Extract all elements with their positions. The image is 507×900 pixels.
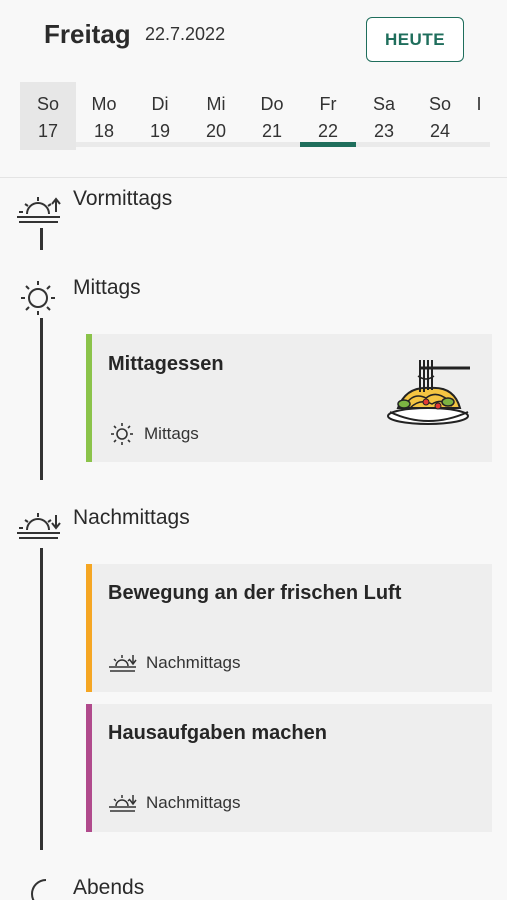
day-name: Di <box>151 94 169 114</box>
timeline-connector <box>40 548 43 850</box>
day-item-sun-17[interactable]: So 17 <box>20 82 76 150</box>
day-indicator <box>132 142 188 147</box>
day-name: Mi <box>206 94 226 114</box>
card-color-bar <box>86 704 92 832</box>
day-indicator <box>356 142 412 147</box>
day-name: Mo <box>91 94 117 114</box>
section-title-nachmittags: Nachmittags <box>73 506 190 529</box>
week-strip: So 17 Mo 18 Di 19 Mi 20 Do 21 Fr 22 Sa 2… <box>20 82 490 150</box>
day-number: 24 <box>429 121 451 141</box>
day-name: I <box>476 94 482 114</box>
day-number: 22 <box>317 121 339 141</box>
page-title: Freitag <box>44 19 131 49</box>
header: Freitag 22.7.2022 HEUTE So 17 Mo 18 Di 1… <box>0 0 507 178</box>
day-indicator <box>76 142 132 147</box>
timeline: Vormittags Mittags Mittagessen Mittags N… <box>0 178 507 900</box>
day-number: 20 <box>205 121 227 141</box>
day-number: 21 <box>261 121 283 141</box>
card-time-label: Nachmittags <box>146 653 241 672</box>
card-time-label: Mittags <box>144 424 199 443</box>
sunrise-icon <box>17 197 61 223</box>
sun-icon <box>21 281 55 315</box>
sunset-icon <box>109 795 137 812</box>
card-title: Bewegung an der frischen Luft <box>108 582 402 604</box>
card-time: Nachmittags <box>108 652 240 674</box>
task-card-mittagessen[interactable]: Mittagessen Mittags <box>86 334 492 462</box>
day-name: Fr <box>319 94 337 114</box>
day-name: Do <box>260 94 284 114</box>
current-date: 22.7.2022 <box>145 24 226 44</box>
day-item-mon-18[interactable]: Mo 18 <box>76 82 132 150</box>
task-card-bewegung[interactable]: Bewegung an der frischen Luft Nachmittag… <box>86 564 492 692</box>
section-title-vormittags: Vormittags <box>73 187 173 210</box>
moon-icon <box>31 879 47 900</box>
day-name: So <box>428 94 452 114</box>
card-color-bar <box>86 334 92 462</box>
day-item-sun-24[interactable]: So 24 <box>412 82 468 150</box>
day-name: Sa <box>372 94 396 114</box>
section-title-mittags: Mittags <box>73 276 141 299</box>
day-number: 23 <box>373 121 395 141</box>
card-time: Mittags <box>108 422 199 446</box>
day-item-sat-23[interactable]: Sa 23 <box>356 82 412 150</box>
day-item-wed-20[interactable]: Mi 20 <box>188 82 244 150</box>
day-name: So <box>36 94 60 114</box>
card-color-bar <box>86 564 92 692</box>
section-title-abends: Abends <box>73 876 145 899</box>
selected-day-indicator <box>300 142 356 147</box>
day-number: 19 <box>149 121 171 141</box>
timeline-connector <box>40 228 43 250</box>
day-number: 17 <box>37 121 59 141</box>
today-button[interactable]: HEUTE <box>366 17 464 62</box>
day-indicator <box>468 142 490 147</box>
sunset-icon <box>109 655 137 672</box>
spaghetti-plate-icon <box>387 360 470 425</box>
sunset-icon <box>17 513 61 539</box>
task-card-hausaufgaben[interactable]: Hausaufgaben machen Nachmittags <box>86 704 492 832</box>
day-indicator <box>244 142 300 147</box>
day-item-tue-19[interactable]: Di 19 <box>132 82 188 150</box>
card-title: Mittagessen <box>108 353 224 375</box>
card-title: Hausaufgaben machen <box>108 722 327 744</box>
day-item-thu-21[interactable]: Do 21 <box>244 82 300 150</box>
day-item-fri-22[interactable]: Fr 22 <box>300 82 356 150</box>
day-indicator <box>412 142 468 147</box>
timeline-connector <box>40 318 43 480</box>
sun-icon <box>111 423 133 445</box>
day-number: 18 <box>93 121 115 141</box>
day-indicator <box>188 142 244 147</box>
card-time-label: Nachmittags <box>146 793 241 812</box>
day-item-partial[interactable]: I <box>468 82 490 150</box>
card-time: Nachmittags <box>108 792 240 814</box>
